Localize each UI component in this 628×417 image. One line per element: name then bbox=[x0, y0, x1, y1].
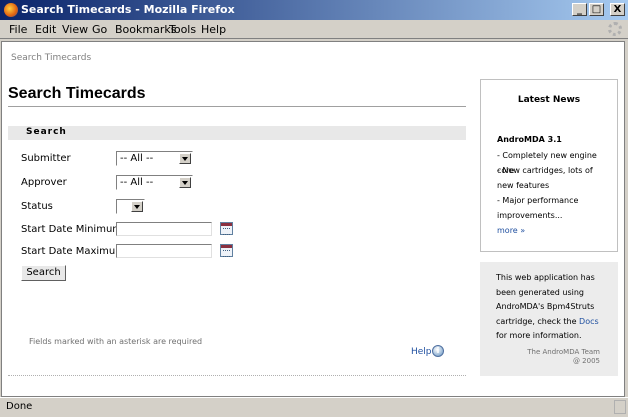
minimize-button[interactable]: _ bbox=[572, 3, 587, 16]
submitter-value: -- All -- bbox=[120, 153, 154, 164]
status-label: Status bbox=[21, 201, 53, 212]
window-title: Search Timecards - Mozilla Firefox bbox=[21, 3, 235, 16]
start-date-minimum-label: Start Date Minimum bbox=[21, 224, 123, 235]
approver-select[interactable]: -- All -- bbox=[116, 175, 193, 190]
window-title-bar: Search Timecards - Mozilla Firefox _ □ X bbox=[0, 0, 628, 20]
generator-info-box: This web application has been generated … bbox=[480, 262, 618, 376]
chevron-down-icon[interactable] bbox=[179, 177, 191, 188]
required-fields-note: Fields marked with an asterisk are requi… bbox=[29, 337, 203, 346]
menu-bookmarks[interactable]: Bookmarks bbox=[115, 23, 176, 36]
news-item: - Major performance improvements... bbox=[497, 196, 579, 220]
start-date-maximum-label: Start Date Maximum bbox=[21, 246, 125, 257]
status-select[interactable] bbox=[116, 199, 145, 214]
search-section-header: Search bbox=[8, 126, 466, 140]
approver-value: -- All -- bbox=[120, 177, 154, 188]
search-section-title: Search bbox=[26, 127, 67, 137]
chevron-down-icon[interactable] bbox=[131, 201, 143, 212]
chevron-down-icon[interactable] bbox=[179, 153, 191, 164]
start-date-maximum-input[interactable] bbox=[116, 244, 212, 258]
firefox-icon bbox=[4, 3, 18, 17]
menu-help[interactable]: Help bbox=[201, 23, 226, 36]
submitter-label: Submitter bbox=[21, 153, 71, 164]
news-headline: AndroMDA 3.1 bbox=[497, 135, 562, 144]
menu-tools[interactable]: Tools bbox=[169, 23, 196, 36]
docs-link[interactable]: Docs bbox=[579, 317, 599, 326]
menu-view[interactable]: View bbox=[62, 23, 88, 36]
footer-divider bbox=[8, 375, 466, 376]
close-button[interactable]: X bbox=[610, 3, 625, 16]
help-link[interactable]: Help bbox=[411, 347, 432, 357]
calendar-icon[interactable] bbox=[220, 244, 233, 257]
start-date-minimum-input[interactable] bbox=[116, 222, 212, 236]
menu-edit[interactable]: Edit bbox=[35, 23, 56, 36]
title-divider bbox=[8, 106, 466, 107]
menu-go[interactable]: Go bbox=[92, 23, 107, 36]
news-item: - New cartridges, lots of new features bbox=[497, 166, 593, 190]
latest-news-title: Latest News bbox=[517, 95, 581, 105]
page-title: Search Timecards bbox=[8, 85, 146, 102]
menu-file[interactable]: File bbox=[9, 23, 27, 36]
team-signature: The AndroMDA Team @ 2005 bbox=[527, 348, 600, 365]
help-info-icon[interactable]: i bbox=[432, 345, 444, 357]
approver-label: Approver bbox=[21, 177, 67, 188]
page-viewport[interactable]: Search Timecards Search Timecards Search… bbox=[1, 41, 625, 397]
status-bar: Done bbox=[0, 397, 628, 417]
generator-info-text: This web application has been generated … bbox=[496, 273, 599, 340]
news-more-link[interactable]: more » bbox=[497, 226, 525, 235]
breadcrumb: Search Timecards bbox=[11, 53, 92, 63]
menu-bar: File Edit View Go Bookmarks Tools Help bbox=[0, 20, 628, 39]
resize-grip-icon[interactable] bbox=[614, 400, 626, 414]
search-button[interactable]: Search bbox=[21, 265, 66, 281]
latest-news-box: Latest News AndroMDA 3.1 - Completely ne… bbox=[480, 79, 618, 252]
window-controls: _ □ X bbox=[572, 3, 625, 16]
throbber-icon bbox=[608, 22, 622, 36]
status-text: Done bbox=[6, 401, 33, 412]
calendar-icon[interactable] bbox=[220, 222, 233, 235]
submitter-select[interactable]: -- All -- bbox=[116, 151, 193, 166]
maximize-button[interactable]: □ bbox=[589, 3, 604, 16]
